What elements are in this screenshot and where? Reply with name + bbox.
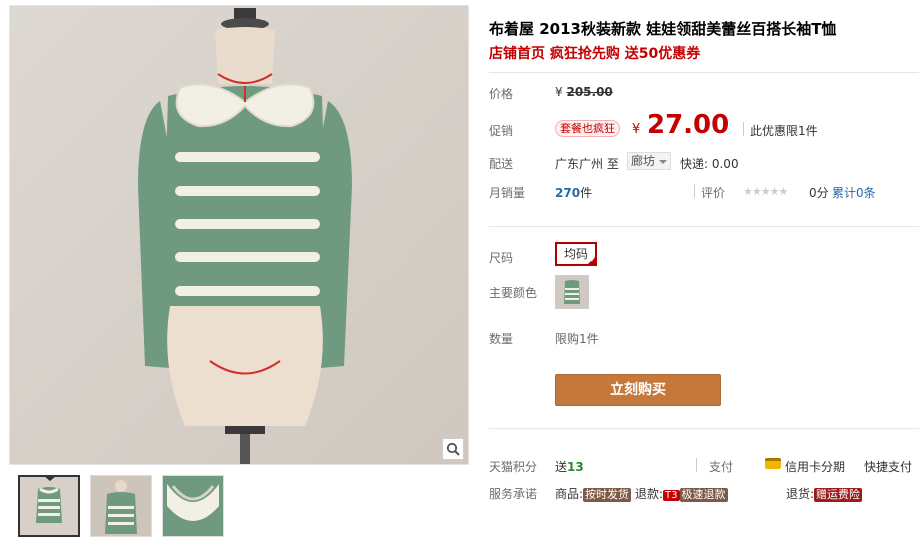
destination-select[interactable]: 廊坊 bbox=[627, 152, 671, 170]
points-label: 天猫积分 bbox=[489, 460, 538, 474]
t3-badge: T3 bbox=[663, 490, 680, 501]
size-option-one-size[interactable]: 均码 bbox=[555, 242, 598, 266]
buy-now-button[interactable]: 立刻购买 bbox=[555, 374, 721, 406]
size-label: 尺码 bbox=[489, 251, 514, 265]
quick-pay-link[interactable]: 快捷支付 bbox=[864, 458, 912, 475]
service-goods-prefix: 商品: bbox=[555, 487, 584, 501]
dropdown-arrow-icon bbox=[659, 160, 667, 164]
store-promo-link[interactable]: 店铺首页 疯狂抢先购 送50优惠券 bbox=[489, 43, 700, 63]
color-swatch-image bbox=[556, 276, 588, 308]
express-fee: 快递: 0.00 bbox=[680, 157, 739, 171]
promotion-tag[interactable]: 套餐也疯狂 bbox=[555, 120, 620, 137]
monthly-sales: 270件 bbox=[555, 184, 592, 201]
service-label: 服务承诺 bbox=[489, 487, 538, 501]
shipping-from: 广东广州 至 bbox=[555, 157, 619, 171]
shipping-label: 配送 bbox=[489, 157, 514, 171]
price-label: 价格 bbox=[489, 87, 514, 101]
service-return: 退货: 赠运费险 bbox=[786, 485, 863, 502]
divider bbox=[489, 72, 919, 73]
thumbnail-1[interactable] bbox=[18, 475, 80, 537]
promo-currency-symbol: ¥ bbox=[632, 122, 641, 137]
service-refund-prefix: 退款: bbox=[635, 487, 664, 501]
product-title: 布着屋 2013秋装新款 娃娃领甜美蕾丝百搭长袖T恤 bbox=[489, 20, 837, 38]
thumbnail-collar-detail bbox=[163, 476, 223, 536]
main-product-image[interactable] bbox=[9, 5, 469, 465]
payment-label: 支付 bbox=[709, 460, 734, 474]
service-refund: 退款: T3 极速退款 bbox=[635, 485, 728, 502]
size-option-text: 均码 bbox=[564, 247, 589, 261]
on-time-shipping-badge[interactable]: 按时发货 bbox=[583, 488, 632, 502]
credit-card-icon bbox=[765, 458, 781, 469]
zoom-button[interactable] bbox=[442, 438, 464, 460]
promotion-price: 27.00 bbox=[647, 110, 730, 140]
separator bbox=[694, 184, 695, 198]
mannequin-sweater-illustration bbox=[10, 6, 468, 464]
thumbnail-3[interactable] bbox=[162, 475, 224, 537]
points-prefix: 送 bbox=[555, 460, 568, 474]
points-amount: 13 bbox=[567, 460, 584, 474]
thumbnail-sweater-model bbox=[91, 476, 151, 536]
color-label: 主要颜色 bbox=[489, 286, 538, 300]
original-price: ¥ 205.00 bbox=[555, 85, 613, 99]
separator bbox=[696, 458, 697, 472]
points-value: 送13 bbox=[555, 458, 584, 475]
service-goods: 商品: 按时发货 bbox=[555, 485, 632, 502]
monthly-sales-label: 月销量 bbox=[489, 186, 526, 200]
rating-stars: ★★★★★ bbox=[743, 185, 788, 198]
shipping-insurance-badge[interactable]: 赠运费险 bbox=[814, 488, 863, 502]
checkmark-icon bbox=[586, 255, 598, 266]
original-price-value: 205.00 bbox=[566, 85, 613, 99]
currency-symbol: ¥ bbox=[555, 85, 563, 99]
monthly-sales-count: 270 bbox=[555, 186, 581, 200]
rating-label: 评价 bbox=[701, 186, 726, 200]
destination-value: 廊坊 bbox=[631, 154, 656, 168]
service-return-prefix: 退货: bbox=[786, 487, 815, 501]
promotion-label: 促销 bbox=[489, 124, 514, 138]
separator bbox=[743, 122, 744, 136]
thumbnail-list bbox=[18, 475, 224, 537]
thumbnail-2[interactable] bbox=[90, 475, 152, 537]
monthly-sales-unit: 件 bbox=[580, 186, 593, 200]
rating-score: 0分 bbox=[809, 186, 829, 200]
reviews-link[interactable]: 累计0条 bbox=[832, 184, 876, 201]
quantity-limit: 限购1件 bbox=[555, 332, 599, 346]
fast-refund-badge[interactable]: 极速退款 bbox=[679, 488, 728, 502]
divider bbox=[489, 428, 919, 429]
divider bbox=[489, 226, 919, 227]
promotion-limit: 此优惠限1件 bbox=[750, 124, 818, 138]
credit-installment-link[interactable]: 信用卡分期 bbox=[785, 458, 845, 475]
quantity-label: 数量 bbox=[489, 332, 514, 346]
color-option-green[interactable] bbox=[555, 275, 589, 309]
zoom-icon bbox=[446, 442, 460, 456]
thumbnail-sweater-front bbox=[20, 477, 78, 535]
